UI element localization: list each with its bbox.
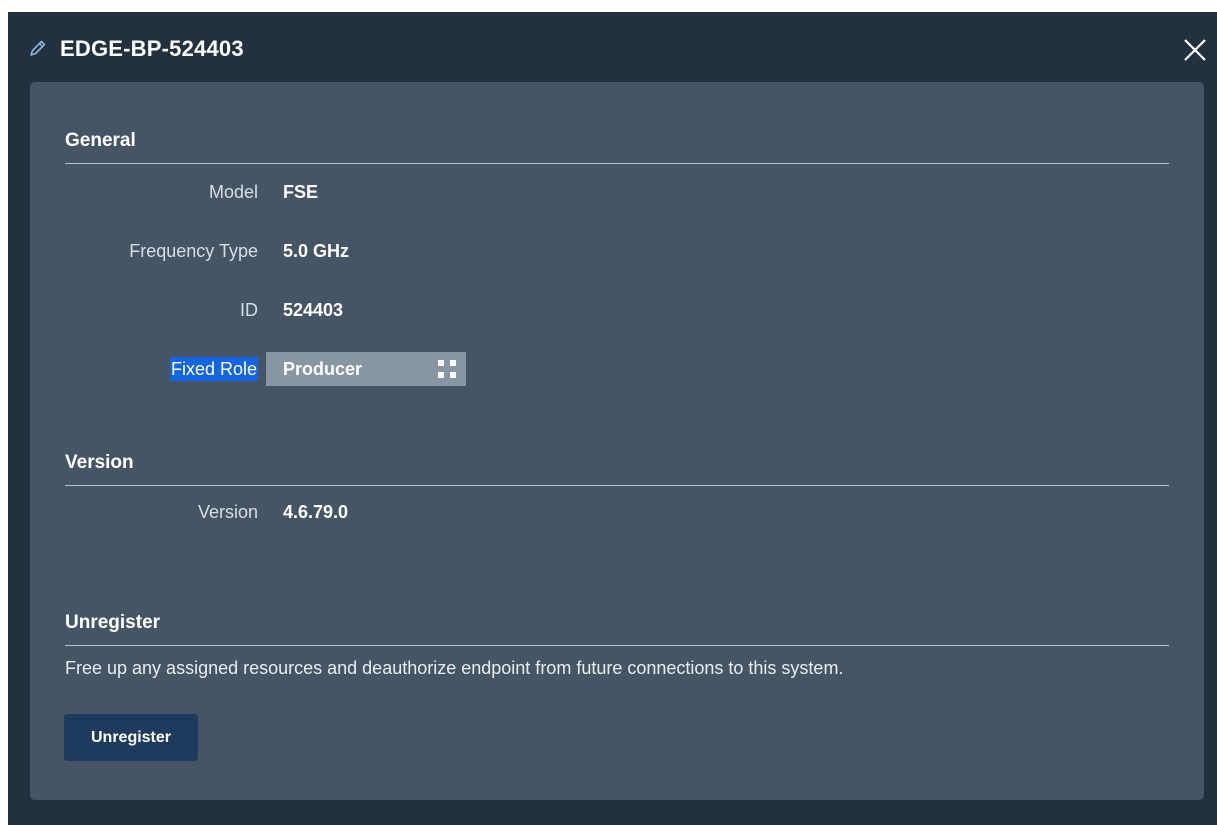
- fixed-role-value: Producer: [283, 359, 363, 379]
- general-heading: General: [65, 130, 136, 151]
- model-label: Model: [208, 182, 258, 202]
- close-icon[interactable]: [1179, 34, 1211, 66]
- unregister-description: Free up any assigned resources and deaut…: [65, 658, 844, 678]
- unregister-button[interactable]: Unregister: [64, 714, 198, 761]
- details-panel: General Model FSE Frequency Type 5.0 GHz…: [30, 82, 1204, 800]
- frequency-type-label: Frequency Type: [129, 241, 258, 261]
- pencil-icon[interactable]: [28, 38, 48, 58]
- device-dialog: EDGE-BP-524403 General Model FSE Frequen…: [8, 12, 1217, 825]
- version-value: 4.6.79.0: [283, 502, 349, 522]
- fixed-role-label-text: Fixed Role: [169, 357, 258, 381]
- version-label: Version: [197, 502, 258, 522]
- grid-icon: [438, 360, 456, 378]
- fixed-role-select[interactable]: Producer: [266, 352, 466, 386]
- dialog-titlebar: EDGE-BP-524403: [8, 12, 1217, 82]
- id-value: 524403: [283, 300, 344, 320]
- fixed-role-label: Fixed Role: [58, 357, 258, 381]
- frequency-type-value: 5.0 GHz: [283, 241, 350, 261]
- unregister-heading: Unregister: [65, 612, 161, 633]
- id-label: ID: [240, 300, 258, 320]
- unregister-divider: [65, 645, 1169, 646]
- version-divider: [65, 485, 1169, 486]
- model-value: FSE: [283, 182, 319, 202]
- general-divider: [65, 163, 1169, 164]
- version-heading: Version: [65, 452, 134, 473]
- dialog-title: EDGE-BP-524403: [60, 36, 244, 61]
